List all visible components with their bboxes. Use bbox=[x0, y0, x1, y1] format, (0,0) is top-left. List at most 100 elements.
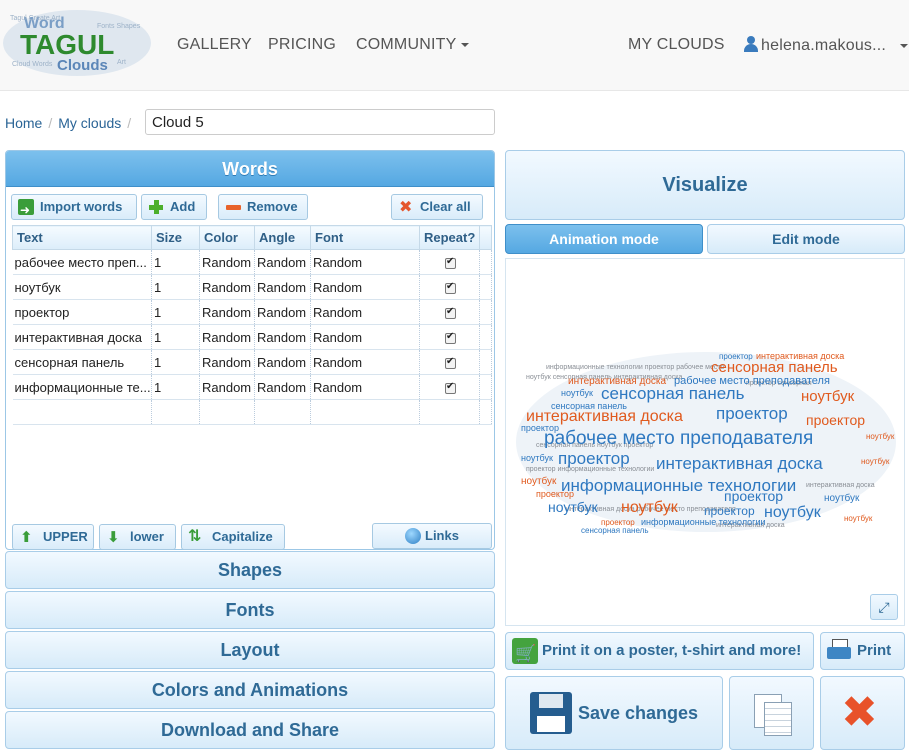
cloud-name-input[interactable] bbox=[145, 109, 495, 135]
word-angle-cell[interactable]: Random bbox=[254, 299, 311, 325]
user-icon bbox=[744, 36, 758, 52]
shapes-section-header[interactable]: Shapes bbox=[5, 551, 495, 589]
word-size-cell[interactable] bbox=[151, 399, 200, 425]
duplicate-button[interactable] bbox=[729, 676, 814, 750]
column-header[interactable]: Color bbox=[199, 225, 255, 250]
words-panel-title[interactable]: Words bbox=[6, 151, 494, 187]
word-color-cell[interactable]: Random bbox=[199, 349, 255, 375]
table-row[interactable]: интерактивная доска 1 Random Random Rand… bbox=[12, 324, 492, 350]
word-size-cell[interactable]: 1 bbox=[151, 374, 200, 400]
word-repeat-cell bbox=[419, 274, 480, 300]
word-color-cell[interactable]: Random bbox=[199, 324, 255, 350]
lowercase-button[interactable]: lower bbox=[99, 524, 176, 550]
word-angle-cell[interactable]: Random bbox=[254, 249, 311, 275]
word-color-cell[interactable]: Random bbox=[199, 299, 255, 325]
repeat-checkbox[interactable] bbox=[445, 331, 456, 344]
svg-text:проектор: проектор bbox=[704, 504, 755, 518]
table-row[interactable]: рабочее место преп... 1 Random Random Ra… bbox=[12, 249, 492, 275]
word-size-cell[interactable]: 1 bbox=[151, 299, 200, 325]
row-spacer bbox=[479, 249, 492, 275]
download-share-section-header[interactable]: Download and Share bbox=[5, 711, 495, 749]
word-angle-cell[interactable]: Random bbox=[254, 374, 311, 400]
nav-my-clouds[interactable]: MY CLOUDS bbox=[628, 36, 725, 54]
nav-community[interactable]: COMMUNITY bbox=[356, 36, 470, 54]
word-size-cell[interactable]: 1 bbox=[151, 249, 200, 275]
table-row[interactable]: сенсорная панель 1 Random Random Random bbox=[12, 349, 492, 375]
word-font-cell[interactable]: Random bbox=[310, 374, 420, 400]
import-words-button[interactable]: Import words bbox=[11, 194, 137, 222]
word-color-cell[interactable]: Random bbox=[199, 249, 255, 275]
column-header[interactable]: Text bbox=[12, 225, 152, 250]
add-word-label: Add bbox=[170, 199, 196, 214]
tagul-logo[interactable]: Word TAGUL Clouds Tagul Create Art Fonts… bbox=[2, 8, 152, 78]
column-header[interactable]: Size bbox=[151, 225, 200, 250]
breadcrumb-separator: / bbox=[48, 115, 53, 131]
repeat-checkbox[interactable] bbox=[445, 281, 456, 294]
remove-word-button[interactable]: Remove bbox=[218, 194, 308, 220]
word-color-cell[interactable]: Random bbox=[199, 274, 255, 300]
table-row[interactable]: ноутбук 1 Random Random Random bbox=[12, 274, 492, 300]
capitalize-button[interactable]: Capitalize bbox=[181, 524, 285, 550]
word-size-cell[interactable]: 1 bbox=[151, 349, 200, 375]
chevron-down-icon bbox=[900, 43, 909, 48]
word-font-cell[interactable]: Random bbox=[310, 349, 420, 375]
word-text-cell[interactable]: ноутбук bbox=[12, 274, 152, 300]
word-angle-cell[interactable]: Random bbox=[254, 349, 311, 375]
word-size-cell[interactable]: 1 bbox=[151, 274, 200, 300]
breadcrumb-my-clouds[interactable]: My clouds bbox=[58, 115, 121, 131]
links-button[interactable]: Links bbox=[372, 523, 492, 549]
arrow-down-icon bbox=[106, 526, 122, 550]
column-header[interactable]: Repeat? bbox=[419, 225, 480, 250]
print-button[interactable]: Print bbox=[820, 632, 905, 670]
word-font-cell[interactable]: Random bbox=[310, 299, 420, 325]
save-changes-button[interactable]: Save changes bbox=[505, 676, 723, 750]
word-font-cell[interactable]: Random bbox=[310, 324, 420, 350]
word-text-cell[interactable]: информационные те... bbox=[12, 374, 152, 400]
column-header[interactable]: Angle bbox=[254, 225, 311, 250]
layout-section-header[interactable]: Layout bbox=[5, 631, 495, 669]
repeat-checkbox[interactable] bbox=[445, 256, 456, 269]
word-text-cell[interactable]: рабочее место преп... bbox=[12, 249, 152, 275]
word-angle-cell[interactable] bbox=[254, 399, 311, 425]
delete-cloud-button[interactable]: ✖ bbox=[820, 676, 905, 750]
word-repeat-cell[interactable] bbox=[419, 399, 480, 425]
word-angle-cell[interactable]: Random bbox=[254, 324, 311, 350]
fonts-section-header[interactable]: Fonts bbox=[5, 591, 495, 629]
repeat-checkbox[interactable] bbox=[445, 381, 456, 394]
table-row[interactable]: проектор 1 Random Random Random bbox=[12, 299, 492, 325]
uppercase-button[interactable]: UPPER bbox=[12, 524, 94, 550]
breadcrumb: Home / My clouds / bbox=[5, 115, 137, 131]
fullscreen-button[interactable]: ⤢ bbox=[870, 594, 898, 620]
nav-user-menu[interactable]: helena.makous... bbox=[744, 36, 909, 55]
table-row-empty[interactable] bbox=[12, 399, 492, 425]
word-cloud-image: информационные технологии проектор рабоч… bbox=[516, 351, 896, 535]
table-row[interactable]: информационные те... 1 Random Random Ran… bbox=[12, 374, 492, 400]
svg-text:проектор: проектор bbox=[536, 489, 574, 499]
word-color-cell[interactable] bbox=[199, 399, 255, 425]
word-cloud-canvas[interactable]: информационные технологии проектор рабоч… bbox=[505, 258, 905, 626]
word-size-cell[interactable]: 1 bbox=[151, 324, 200, 350]
word-text-cell[interactable] bbox=[12, 399, 152, 425]
word-angle-cell[interactable]: Random bbox=[254, 274, 311, 300]
breadcrumb-home[interactable]: Home bbox=[5, 115, 42, 131]
tab-edit-mode[interactable]: Edit mode bbox=[707, 224, 905, 254]
repeat-checkbox[interactable] bbox=[445, 306, 456, 319]
colors-animations-section-header[interactable]: Colors and Animations bbox=[5, 671, 495, 709]
word-text-cell[interactable]: сенсорная панель bbox=[12, 349, 152, 375]
visualize-button[interactable]: Visualize bbox=[505, 150, 905, 220]
nav-pricing[interactable]: PRICING bbox=[268, 36, 336, 54]
word-font-cell[interactable]: Random bbox=[310, 274, 420, 300]
print-poster-button[interactable]: Print it on a poster, t-shirt and more! bbox=[505, 632, 814, 672]
repeat-checkbox[interactable] bbox=[445, 356, 456, 369]
row-spacer bbox=[479, 299, 492, 325]
add-word-button[interactable]: Add bbox=[141, 194, 207, 220]
word-font-cell[interactable] bbox=[310, 399, 420, 425]
column-header[interactable]: Font bbox=[310, 225, 420, 250]
word-color-cell[interactable]: Random bbox=[199, 374, 255, 400]
clear-all-button[interactable]: Clear all bbox=[391, 194, 483, 220]
nav-gallery[interactable]: GALLERY bbox=[177, 36, 252, 54]
tab-animation-mode[interactable]: Animation mode bbox=[505, 224, 703, 254]
word-font-cell[interactable]: Random bbox=[310, 249, 420, 275]
word-text-cell[interactable]: проектор bbox=[12, 299, 152, 325]
word-text-cell[interactable]: интерактивная доска bbox=[12, 324, 152, 350]
